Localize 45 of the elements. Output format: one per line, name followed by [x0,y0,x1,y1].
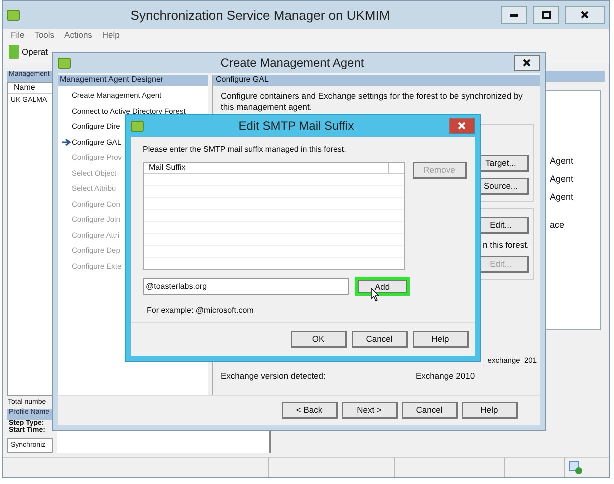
nav-button[interactable]: Next > [342,402,398,419]
example-text: For example: @microsoft.com [147,306,255,315]
pane-header: Management Agent Designer [58,75,208,86]
window-title: Synchronization Service Manager on UKMIM [130,8,392,22]
description-text: Configure containers and Exchange settings for the forest to be synchronized by this management agent. [220,90,524,114]
list-row[interactable]: Agent [550,157,580,175]
note-text: n this forest. [483,240,530,250]
sync-icon [569,461,583,475]
pane-header: Configure GAL [213,75,540,86]
menu-item[interactable]: Help [102,30,120,40]
list-row[interactable]: Agent [550,175,580,193]
dialog-button[interactable]: Help [413,331,469,348]
field-value: Exchange 2010 [416,371,476,381]
close-button[interactable] [514,55,540,71]
menu-item[interactable]: Tools [34,30,55,40]
close-icon [581,11,589,19]
minimize-button[interactable] [501,6,527,24]
maximize-button[interactable] [533,6,559,24]
prompt-text: Please enter the SMTP mail suffix managed in this forest. [143,145,348,154]
maximize-icon [542,11,550,19]
nav-button[interactable]: Cancel [402,402,458,419]
dialog-button[interactable]: OK [291,331,347,348]
arrow-right-icon [62,138,71,146]
app-icon [131,120,144,132]
menu-item[interactable]: File [11,30,25,40]
column-header: Mail Suffix [144,163,389,173]
app-icon [58,58,71,68]
minimize-icon [510,14,518,16]
app-icon [7,10,20,20]
nav-button[interactable]: Help [462,402,518,419]
close-icon [523,59,531,67]
dialog-title: Edit SMTP Mail Suffix [238,119,356,133]
add-button[interactable]: Add [355,277,410,296]
toolbar-button[interactable]: Operat [9,45,48,59]
dialog-button[interactable]: Cancel [352,331,408,348]
input-field[interactable]: @toasterlabs.org [143,278,349,295]
close-icon [458,122,466,130]
menu-item[interactable]: Actions [64,30,92,40]
close-button[interactable] [565,6,605,24]
dialog-title: Create Management Agent [220,56,366,70]
field-label: Exchange version detected: [221,371,327,381]
list-row[interactable]: Agent [550,193,580,221]
nav-button[interactable]: < Back [282,402,338,419]
list-row[interactable]: ace [550,221,580,239]
suffix-list[interactable]: Mail Suffix [143,162,405,270]
